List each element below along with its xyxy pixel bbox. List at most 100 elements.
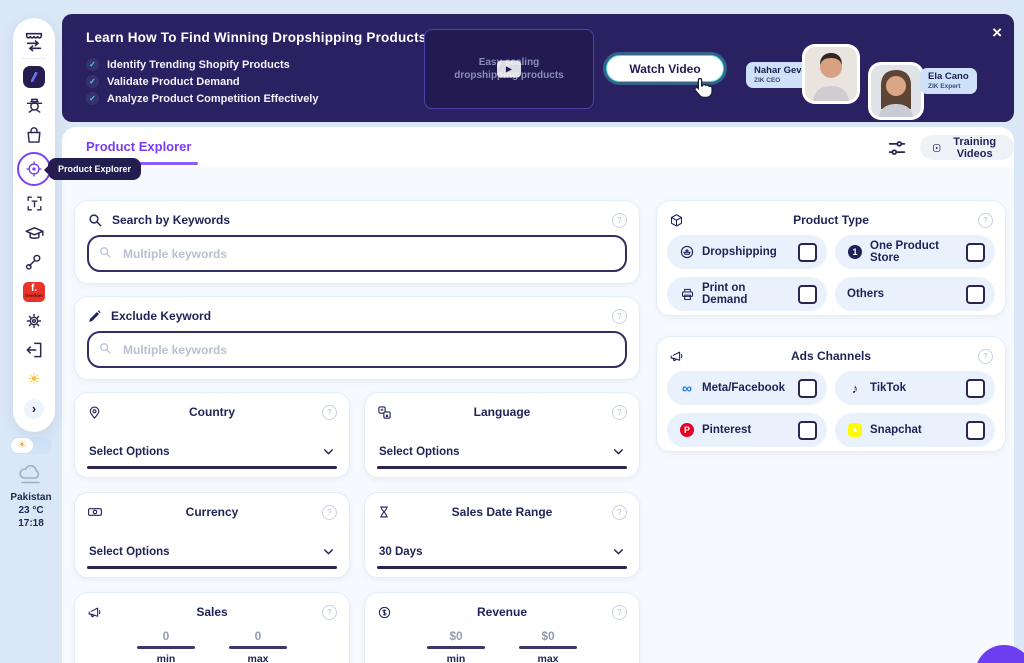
option-one-product-store[interactable]: 1 One Product Store [835, 235, 995, 269]
sidebar: f. freedom ☀ › [13, 18, 55, 432]
checkbox-one-product-store[interactable] [966, 243, 985, 262]
revenue-max-value: $0 [519, 629, 577, 643]
tab-product-explorer[interactable]: Product Explorer [86, 139, 191, 154]
competitor-spy-icon[interactable] [22, 94, 46, 118]
play-square-icon [932, 141, 941, 155]
sales-max-field[interactable]: 0 max [229, 629, 287, 663]
help-icon[interactable]: ? [978, 349, 993, 364]
sales-min-field[interactable]: 0 min [137, 629, 195, 663]
checkbox-dropshipping[interactable] [798, 243, 817, 262]
training-videos-button[interactable]: Training Videos [920, 135, 1014, 160]
sales-min-value: 0 [137, 629, 195, 643]
field-underline [427, 646, 485, 649]
help-icon[interactable]: ? [612, 605, 627, 620]
card-title: Revenue [377, 605, 627, 619]
sales-max-label: max [229, 653, 287, 663]
country-select[interactable]: Select Options [89, 445, 335, 458]
card-title: Country [87, 405, 337, 419]
language-select[interactable]: Select Options [379, 445, 625, 458]
option-tiktok[interactable]: ♪ TikTok [835, 371, 995, 405]
card-ads-channels: Ads Channels ? ∞ Meta/Facebook ♪ TikTok [656, 336, 1006, 452]
chevron-down-icon [612, 445, 625, 458]
profile-role: ZIK CEO [754, 77, 807, 84]
tools-icon[interactable] [22, 250, 46, 274]
checkbox-pinterest[interactable] [798, 421, 817, 440]
profile-name: Nahar Geva [754, 66, 807, 77]
sidebar-expand-chevron-icon[interactable]: › [22, 397, 46, 421]
currency-select[interactable]: Select Options [89, 545, 335, 558]
help-icon[interactable]: ? [322, 605, 337, 620]
weather-time: 17:18 [2, 518, 60, 529]
meta-icon: ∞ [682, 381, 692, 395]
search-icon [87, 212, 103, 228]
option-others[interactable]: Others [835, 277, 995, 311]
freedom-logo-icon[interactable]: f. freedom [22, 280, 46, 304]
checkbox-others[interactable] [966, 285, 985, 304]
profile-chip-ela: Ela Cano ZIK Expert [920, 68, 977, 94]
check-icon: ✓ [86, 58, 99, 71]
filter-sliders-icon[interactable] [886, 137, 908, 164]
pinterest-icon: P [680, 423, 694, 437]
marketplace-switch-icon[interactable] [22, 29, 46, 53]
revenue-max-label: max [519, 653, 577, 663]
card-sales-date-range: Sales Date Range ? 30 Days [364, 492, 640, 578]
logout-icon[interactable] [22, 338, 46, 362]
promo-banner: Learn How To Find Winning Dropshipping P… [62, 14, 1014, 122]
settings-gear-icon[interactable] [22, 309, 46, 333]
help-icon[interactable]: ? [612, 309, 627, 324]
card-revenue: Revenue ? $0 min $0 max [364, 592, 640, 663]
training-videos-label: Training Videos [947, 136, 1002, 160]
zik-logo-icon[interactable] [22, 65, 46, 89]
close-icon[interactable]: × [992, 24, 1002, 41]
profile-role: ZIK Expert [928, 83, 969, 90]
language-select-value: Select Options [379, 446, 460, 458]
card-exclude-keyword: Exclude Keyword ? [74, 296, 640, 380]
card-currency: Currency ? Select Options [74, 492, 350, 578]
option-pinterest[interactable]: P Pinterest [667, 413, 827, 447]
card-title: Product Type [669, 213, 993, 227]
help-icon[interactable]: ? [612, 505, 627, 520]
help-icon[interactable]: ? [322, 505, 337, 520]
revenue-max-field[interactable]: $0 max [519, 629, 577, 663]
academy-icon[interactable] [22, 221, 46, 245]
search-keywords-input[interactable] [87, 235, 627, 272]
mouse-cursor-icon [690, 76, 714, 105]
help-icon[interactable]: ? [612, 213, 627, 228]
theme-sun-icon[interactable]: ☀ [22, 368, 46, 392]
pencil-icon [87, 309, 102, 324]
toggle-sun-icon: ☀ [11, 438, 33, 453]
card-title: Ads Channels [669, 349, 993, 363]
tiktok-icon: ♪ [852, 382, 859, 395]
help-icon[interactable]: ? [612, 405, 627, 420]
sidebar-divider [22, 58, 46, 59]
title-builder-icon[interactable] [22, 192, 46, 216]
weather-temperature: 23 °C [2, 505, 60, 516]
banner-bullet: ✓ Analyze Product Competition Effectivel… [86, 92, 318, 105]
checkbox-tiktok[interactable] [966, 379, 985, 398]
shopping-bag-icon[interactable] [22, 123, 46, 147]
card-product-type: Product Type ? Dropshipping 1 [656, 200, 1006, 316]
option-print-on-demand[interactable]: Print on Demand [667, 277, 827, 311]
check-icon: ✓ [86, 75, 99, 88]
date-range-select[interactable]: 30 Days [379, 545, 625, 558]
help-icon[interactable]: ? [978, 213, 993, 228]
option-dropshipping[interactable]: Dropshipping [667, 235, 827, 269]
exclude-keyword-input[interactable] [87, 331, 627, 368]
card-title: Sales [87, 605, 337, 619]
printer-icon [679, 287, 695, 302]
option-snapchat[interactable]: Snapchat [835, 413, 995, 447]
revenue-min-field[interactable]: $0 min [427, 629, 485, 663]
select-underline [377, 566, 627, 569]
checkbox-meta-facebook[interactable] [798, 379, 817, 398]
select-underline [87, 466, 337, 469]
banner-title-row: Learn How To Find Winning Dropshipping P… [86, 30, 447, 45]
card-sales: Sales ? 0 min 0 max [74, 592, 350, 663]
checkbox-print-on-demand[interactable] [798, 285, 817, 304]
video-thumbnail[interactable]: Easy scaling dropshipping products ▶ [424, 29, 594, 109]
checkbox-snapchat[interactable] [966, 421, 985, 440]
help-icon[interactable]: ? [322, 405, 337, 420]
country-select-value: Select Options [89, 446, 170, 458]
option-meta-facebook[interactable]: ∞ Meta/Facebook [667, 371, 827, 405]
weather-theme-toggle[interactable]: ☀ [10, 437, 52, 454]
snapchat-icon [848, 423, 862, 437]
